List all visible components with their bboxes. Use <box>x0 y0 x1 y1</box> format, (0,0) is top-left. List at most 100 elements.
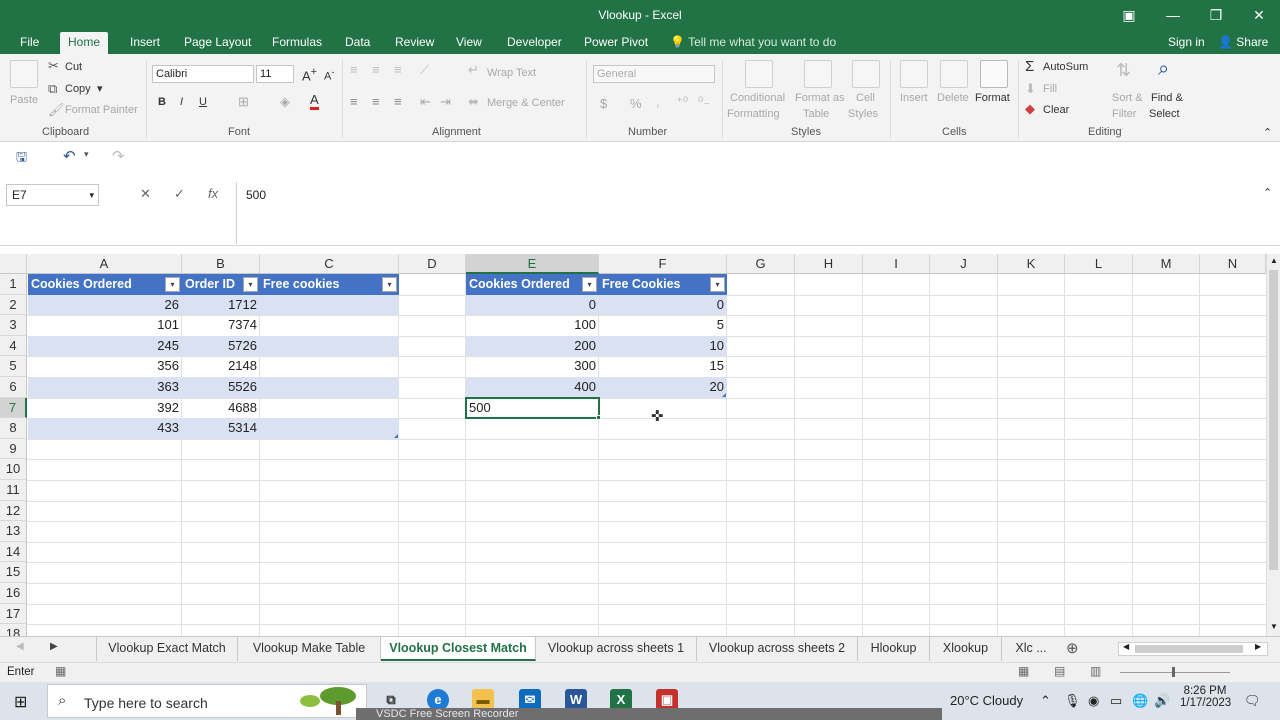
row-header[interactable]: 2 <box>0 294 27 316</box>
row-header[interactable]: 17 <box>0 603 27 625</box>
decrease-font-icon[interactable]: A- <box>324 67 334 83</box>
table-cell[interactable]: 392 <box>28 398 182 419</box>
row-header[interactable]: 7 <box>0 397 27 419</box>
table-cell[interactable]: 4688 <box>182 398 260 419</box>
table-cell[interactable]: 15 <box>599 356 727 377</box>
row-header[interactable]: 12 <box>0 500 27 522</box>
macro-recording-icon[interactable]: ▦ <box>55 664 66 678</box>
format-as-table-label-1[interactable]: Format as <box>795 92 845 104</box>
decrease-decimal-icon[interactable]: ⁰₋ <box>698 94 710 110</box>
row-header[interactable]: 15 <box>0 562 27 583</box>
table-cell[interactable]: 363 <box>28 377 182 398</box>
tab-formulas[interactable]: Formulas <box>264 32 330 54</box>
row-header[interactable]: 8 <box>0 418 27 439</box>
weather-text[interactable]: 20°C Cloudy <box>950 693 1023 708</box>
tell-me-box[interactable]: 💡 Tell me what you want to do <box>670 35 836 49</box>
sort-filter-label-2[interactable]: Filter <box>1112 108 1136 120</box>
tab-file[interactable]: File <box>12 32 47 54</box>
name-box[interactable]: E7 ▾ <box>6 184 99 206</box>
table-cell[interactable] <box>260 377 399 398</box>
format-painter-button[interactable]: Format Painter <box>65 104 138 116</box>
table-resize-handle[interactable] <box>722 393 726 397</box>
table-cell[interactable] <box>260 398 399 419</box>
table-cell[interactable]: 356 <box>28 356 182 377</box>
row-header[interactable]: 9 <box>0 438 27 460</box>
table-cell[interactable]: 0 <box>466 294 599 316</box>
zoom-slider[interactable] <box>1120 672 1230 673</box>
tab-developer[interactable]: Developer <box>499 32 570 54</box>
tab-review[interactable]: Review <box>387 32 442 54</box>
tab-view[interactable]: View <box>448 32 490 54</box>
vertical-scroll-thumb[interactable] <box>1269 270 1278 570</box>
number-format-select[interactable]: General <box>593 65 715 83</box>
cell-styles-label-2[interactable]: Styles <box>848 108 878 120</box>
comma-style-icon[interactable]: , <box>656 94 660 109</box>
column-header-d[interactable]: D <box>399 254 466 274</box>
page-layout-view-icon[interactable]: ▤ <box>1054 664 1065 678</box>
column-header-b[interactable]: B <box>182 254 260 274</box>
close-button[interactable]: ✕ <box>1244 4 1274 26</box>
align-center-icon[interactable]: ≡ <box>372 94 380 109</box>
fill-handle[interactable] <box>596 415 601 420</box>
table-cell[interactable]: 1712 <box>182 294 260 316</box>
table2-header-cell[interactable]: Free Cookies <box>599 274 727 295</box>
paste-icon[interactable] <box>10 60 38 88</box>
table-cell[interactable]: 101 <box>28 315 182 336</box>
tab-power-pivot[interactable]: Power Pivot <box>576 32 656 54</box>
row-header[interactable]: 14 <box>0 541 27 563</box>
confirm-entry-icon[interactable]: ✓ <box>174 186 185 202</box>
font-color-icon[interactable]: A <box>310 93 319 110</box>
row-header[interactable]: 18 <box>0 624 27 636</box>
italic-button[interactable]: I <box>180 96 183 108</box>
find-select-label-2[interactable]: Select <box>1149 108 1180 120</box>
underline-button[interactable]: U <box>199 96 207 108</box>
sheet-tab[interactable]: Vlookup across sheets 2 <box>697 637 858 661</box>
minimize-button[interactable]: — <box>1158 4 1188 26</box>
scroll-down-icon[interactable]: ▼ <box>1270 622 1278 631</box>
column-header-i[interactable]: I <box>863 254 930 274</box>
ribbon-display-options-icon[interactable]: ▣ <box>1114 4 1144 26</box>
table-cell[interactable]: 433 <box>28 418 182 439</box>
notifications-icon[interactable]: 🗨 <box>1244 693 1261 709</box>
increase-indent-icon[interactable]: ⇥ <box>440 94 451 110</box>
scroll-left-icon[interactable]: ◀ <box>1123 642 1129 651</box>
column-header-n[interactable]: N <box>1200 254 1266 274</box>
wrap-text-button[interactable]: Wrap Text <box>487 67 536 79</box>
scroll-right-icon[interactable]: ▶ <box>1255 642 1261 651</box>
autosum-button[interactable]: AutoSum <box>1043 61 1088 73</box>
tab-insert[interactable]: Insert <box>122 32 168 54</box>
delete-cells-button[interactable]: Delete <box>937 92 969 104</box>
fill-button[interactable]: Fill <box>1043 83 1057 95</box>
table1-header-cell[interactable]: Cookies Ordered <box>28 274 182 295</box>
decrease-indent-icon[interactable]: ⇤ <box>420 94 431 110</box>
zoom-slider-thumb[interactable] <box>1172 667 1175 677</box>
cell-styles-label-1[interactable]: Cell <box>856 92 875 104</box>
worksheet-grid[interactable]: A B C D E F G H I J K L M N 1 2 3 4 5 6 … <box>0 254 1266 636</box>
tab-data[interactable]: Data <box>337 32 378 54</box>
column-header-m[interactable]: M <box>1133 254 1200 274</box>
tab-page-layout[interactable]: Page Layout <box>176 32 259 54</box>
row-header[interactable]: 4 <box>0 335 27 357</box>
filter-dropdown-icon[interactable]: ▾ <box>582 277 597 292</box>
taskbar-search[interactable]: ⌕ Type here to search <box>47 684 367 718</box>
microphone-icon[interactable]: 🎙 <box>1064 693 1081 709</box>
table-cell[interactable]: 10 <box>599 335 727 357</box>
column-header-h[interactable]: H <box>795 254 863 274</box>
sheet-tab-active[interactable]: Vlookup Closest Match <box>381 637 536 661</box>
horizontal-scrollbar[interactable]: ◀ ▶ <box>1118 642 1268 656</box>
font-size-select[interactable]: 11 <box>256 65 294 83</box>
column-header-k[interactable]: K <box>998 254 1065 274</box>
sheet-tab[interactable]: Vlookup Exact Match <box>96 637 238 661</box>
bold-button[interactable]: B <box>158 96 166 108</box>
table-cell[interactable]: 100 <box>466 315 599 336</box>
sheet-tab[interactable]: Xlc ... <box>1002 637 1060 661</box>
sheet-tab[interactable]: Xlookup <box>930 637 1002 661</box>
table-cell[interactable]: 2148 <box>182 356 260 377</box>
fill-color-icon[interactable]: ◈ <box>280 94 290 110</box>
column-header-e[interactable]: E <box>466 254 599 274</box>
filter-dropdown-icon[interactable]: ▾ <box>382 277 397 292</box>
network-icon[interactable]: 🌐 <box>1132 693 1148 709</box>
restore-button[interactable]: ❐ <box>1201 4 1231 26</box>
table-cell[interactable]: 7374 <box>182 315 260 336</box>
recorder-window-strip[interactable]: VSDC Free Screen Recorder <box>356 708 942 720</box>
